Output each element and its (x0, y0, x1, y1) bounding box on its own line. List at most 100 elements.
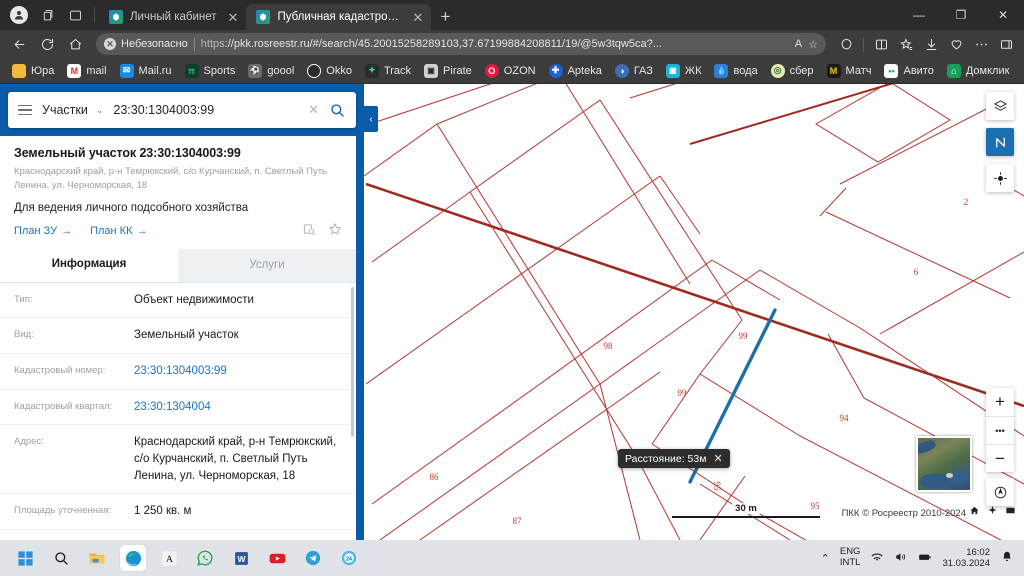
security-indicator[interactable]: ✕ Небезопасно (104, 38, 188, 50)
start-button[interactable] (12, 545, 38, 571)
map-compass-button[interactable] (986, 478, 1014, 506)
new-tab-button[interactable]: + (431, 4, 459, 30)
bookmark-item[interactable]: ◑ ГАЗ (609, 62, 659, 80)
zoom-in-button[interactable]: + (986, 388, 1014, 416)
map-measure-button[interactable] (986, 128, 1014, 156)
row-value-link[interactable]: 23:30:1304004 (134, 399, 342, 416)
favorites-list-icon[interactable] (894, 32, 918, 56)
notification-bell-icon[interactable] (1000, 550, 1014, 567)
tab-title: Публичная кадастровая карта (277, 11, 402, 23)
chevron-down-icon[interactable]: ⌄ (94, 105, 114, 116)
bookmark-item[interactable]: 💧 вода (708, 62, 763, 80)
parcel-label: 2 (963, 197, 969, 207)
clock-date: 31.03.2024 (942, 558, 990, 569)
account-avatar-icon[interactable] (6, 2, 32, 28)
tab-informacia[interactable]: Информация (0, 248, 178, 282)
app-24[interactable]: 24 (336, 545, 362, 571)
bookmark-label: Матч (845, 64, 872, 77)
search-bar[interactable]: Участки ⌄ 23:30:1304003:99 ✕ (8, 92, 356, 128)
window-maximize-button[interactable]: ❐ (940, 0, 982, 30)
bookmark-item[interactable]: ▣ ЖК (660, 62, 708, 80)
window-close-button[interactable]: ✕ (982, 0, 1024, 30)
plan-kk-link[interactable]: План КК → (90, 225, 147, 237)
distance-close-icon[interactable]: ✕ (713, 452, 722, 465)
collections-heart-icon[interactable] (944, 32, 968, 56)
bookmark-item[interactable]: Mmail (61, 62, 112, 80)
bookmark-item[interactable]: ✚ Apteka (543, 62, 608, 80)
map-layers-button[interactable] (986, 92, 1014, 120)
clock[interactable]: 16:02 31.03.2024 (942, 547, 990, 570)
row-value-link[interactable]: 23:30:1304003:99 (134, 363, 342, 380)
bookmark-item[interactable]: ▣ Pirate (418, 62, 478, 80)
browser-essentials-icon[interactable] (834, 32, 858, 56)
bookmark-item[interactable]: ✉ Mail.ru (114, 62, 178, 80)
tray-expand-icon[interactable]: ⌃ (821, 552, 830, 565)
plan-zu-link[interactable]: План ЗУ → (14, 225, 72, 237)
refresh-icon[interactable] (34, 32, 60, 56)
tab-uslugi[interactable]: Услуги (178, 248, 356, 282)
bookmark-item[interactable]: Юра (6, 62, 60, 80)
clear-search-icon[interactable]: ✕ (302, 102, 325, 118)
table-row: Вид: Земельный участок (0, 318, 356, 354)
back-arrow-icon[interactable] (6, 32, 32, 56)
bookmark-item[interactable]: O OZON (479, 62, 542, 80)
language-indicator[interactable]: ENG INTL (840, 546, 861, 569)
star-icon[interactable]: ☆ (808, 38, 818, 51)
bookmark-item[interactable]: ✦ Track (359, 62, 417, 80)
taskbar-search[interactable] (48, 545, 74, 571)
zoom-slider-dots[interactable]: ••• (986, 416, 1014, 444)
browser-tab-1[interactable]: Личный кабинет ✕ (99, 4, 246, 30)
search-type-label[interactable]: Участки (42, 103, 94, 117)
tab-close-icon[interactable]: ✕ (409, 11, 424, 24)
split-screen-icon[interactable] (62, 2, 88, 28)
bookmark-item[interactable]: M Матч (821, 62, 878, 80)
row-key: Вид: (14, 329, 34, 341)
bookmark-item[interactable]: ◎ сбер (765, 62, 820, 80)
search-on-plan-icon[interactable] (302, 222, 316, 241)
downloads-icon[interactable] (919, 32, 943, 56)
bookmark-item[interactable]: ⚽ goool (242, 62, 300, 80)
panel-scrollbar[interactable] (351, 286, 354, 437)
compass-icon (986, 478, 1014, 506)
distance-tooltip[interactable]: Расстояние: 53м ✕ (618, 449, 730, 468)
browser-tab-2[interactable]: Публичная кадастровая карта ✕ (246, 4, 432, 30)
tab-close-icon[interactable]: ✕ (224, 11, 239, 24)
battery-icon[interactable] (918, 550, 932, 567)
home-icon[interactable] (62, 32, 88, 56)
overview-minimap[interactable] (916, 436, 972, 492)
microsoft-edge[interactable] (120, 545, 146, 571)
telegram[interactable] (300, 545, 326, 571)
hamburger-menu-icon[interactable] (8, 104, 42, 116)
split-screen-icon[interactable] (869, 32, 893, 56)
search-input[interactable]: 23:30:1304003:99 (113, 103, 302, 117)
object-properties-list[interactable]: Тип: Объект недвижимости Вид: Земельный уч… (0, 283, 356, 540)
youtube[interactable] (264, 545, 290, 571)
bookmark-label: mail (86, 64, 107, 77)
browser-navbar: ✕ Небезопасно https://pkk.rosreestr.ru/#… (0, 30, 1024, 58)
wifi-icon[interactable] (870, 550, 884, 567)
microsoft-word[interactable]: W (228, 545, 254, 571)
home-icon[interactable] (969, 503, 980, 521)
zoom-out-button[interactable]: − (986, 444, 1014, 472)
collections-icon[interactable] (34, 2, 60, 28)
panel-collapse-button[interactable]: ‹ (364, 106, 378, 132)
arrow-right-icon: → (136, 225, 148, 238)
file-explorer[interactable] (84, 545, 110, 571)
toolbar-divider (863, 36, 864, 52)
more-options-icon[interactable] (969, 32, 993, 56)
address-bar[interactable]: ✕ Небезопасно https://pkk.rosreestr.ru/#… (96, 33, 826, 55)
bookmark-item[interactable]: π Sports (179, 62, 242, 80)
read-aloud-icon[interactable]: A (795, 38, 802, 50)
abbyy-finereader[interactable]: A (156, 545, 182, 571)
favorite-star-icon[interactable] (328, 222, 342, 241)
volume-icon[interactable] (894, 550, 908, 567)
whatsapp[interactable] (192, 545, 218, 571)
bookmark-item[interactable]: •• Авито (878, 62, 939, 80)
search-icon[interactable] (325, 102, 356, 118)
map-locate-button[interactable] (986, 164, 1014, 192)
window-minimize-button[interactable]: — (898, 0, 940, 30)
bookmark-item[interactable]: Okko (301, 62, 358, 80)
bookmark-item[interactable]: ⌂ Домклик (941, 62, 1016, 80)
sidebar-toggle-icon[interactable] (994, 32, 1018, 56)
svg-text:W: W (237, 554, 246, 564)
